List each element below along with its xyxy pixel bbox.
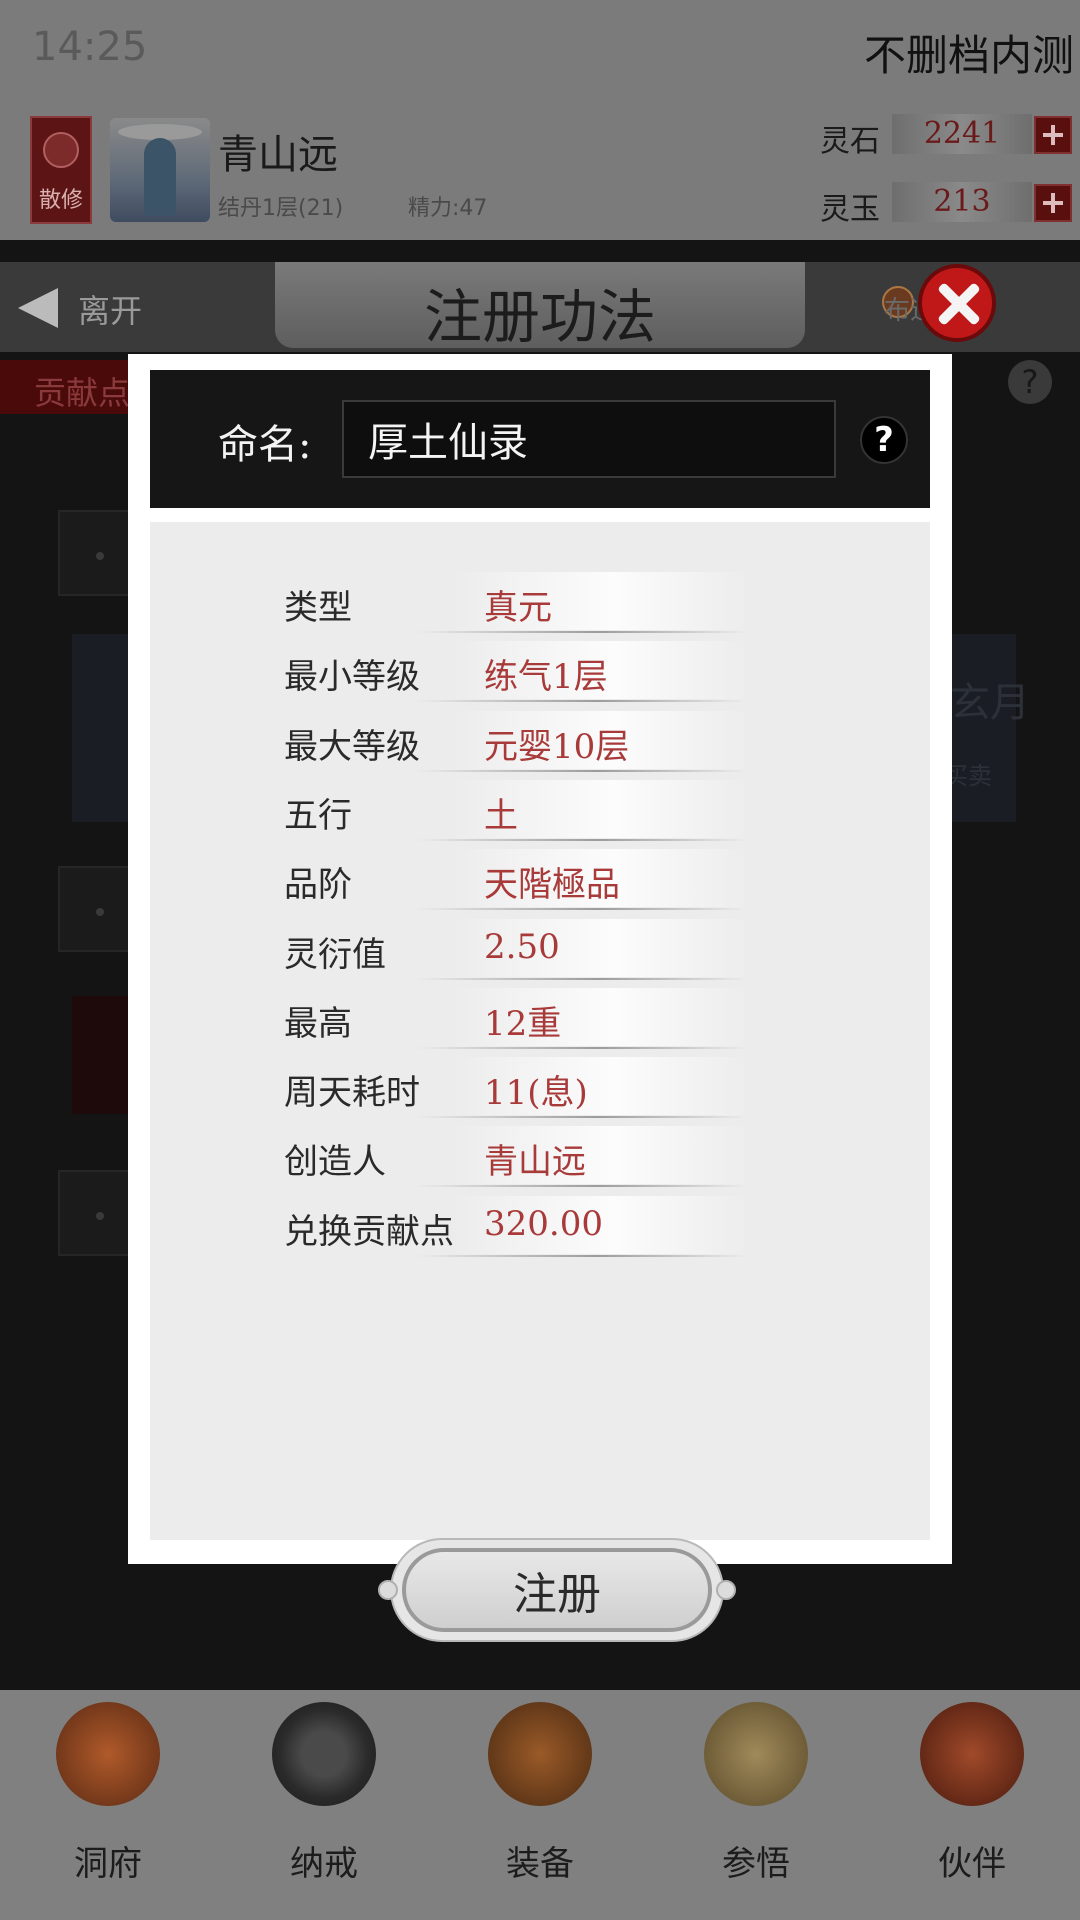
- avatar[interactable]: [110, 118, 210, 222]
- row-divider: [416, 1254, 746, 1257]
- info-key: 灵衍值: [284, 934, 386, 975]
- info-value: 元婴10层: [484, 726, 630, 767]
- player-name: 青山远: [218, 132, 338, 178]
- info-value: 练气1层: [484, 657, 608, 698]
- row-divider: [416, 838, 746, 841]
- info-key: 兑换贡献点: [284, 1211, 454, 1252]
- register-frame-knob-left: [378, 1580, 398, 1600]
- player-bar: 散修 青山远 结丹1层(21) 精力:47 灵石 2241 灵玉 213: [0, 100, 1080, 240]
- player-rank: 结丹1层(21): [218, 196, 344, 221]
- nav-label: 装备: [506, 1844, 574, 1884]
- info-key: 创造人: [284, 1142, 386, 1183]
- title-plate: 注册功法: [275, 262, 805, 351]
- status-bar: 14:25 不删档内测: [0, 0, 1080, 100]
- technique-info-panel: 类型 真元最小等级 练气1层最大等级 元婴10层五行 土品阶 天階極品灵衍值 2.50 最高 1…: [150, 522, 930, 1642]
- nav-label: 纳戒: [290, 1844, 358, 1884]
- info-value: 天階極品: [484, 865, 620, 906]
- nav-item-storage-ring[interactable]: 纳戒: [216, 1690, 432, 1920]
- info-row: 最大等级 元婴10层: [150, 709, 930, 778]
- name-label: 命名:: [218, 422, 312, 468]
- info-key: 最小等级: [284, 657, 420, 698]
- row-divider: [416, 1185, 746, 1188]
- nav-item-comprehend[interactable]: 参悟: [648, 1690, 864, 1920]
- bottom-nav: 洞府 纳戒 装备 参悟 伙伴: [0, 1690, 1080, 1920]
- sect-badge[interactable]: 散修: [30, 116, 92, 224]
- currency-label-spirit-stone: 灵石: [820, 124, 880, 159]
- currency-box-spirit-stone: 2241: [892, 114, 1032, 154]
- leave-button[interactable]: 离开: [78, 286, 142, 332]
- info-key: 五行: [284, 795, 352, 836]
- bg-contribution-tab-label: 贡献点: [34, 374, 131, 412]
- build-label: 不删档内测: [863, 31, 1074, 80]
- bg-help-icon: ?: [1008, 360, 1052, 404]
- add-spirit-stone-button[interactable]: [1034, 116, 1072, 154]
- info-row: 兑换贡献点 320.00: [150, 1194, 930, 1263]
- add-spirit-jade-button[interactable]: [1034, 184, 1072, 222]
- info-row: 品阶 天階極品: [150, 847, 930, 916]
- info-key: 类型: [284, 588, 352, 628]
- help-icon[interactable]: ?: [860, 416, 908, 464]
- info-key: 周天耗时: [284, 1073, 420, 1114]
- nav-label: 伙伴: [938, 1844, 1006, 1884]
- nav-label: 参悟: [722, 1844, 790, 1884]
- info-value: 青山远: [484, 1142, 586, 1183]
- technique-name-input[interactable]: [342, 400, 836, 478]
- row-divider: [416, 977, 746, 980]
- close-button[interactable]: [918, 264, 996, 342]
- player-energy: 精力:47: [408, 196, 488, 221]
- info-key: 最高: [284, 1003, 352, 1044]
- info-value: 真元: [484, 588, 552, 628]
- info-row: 最高 12重: [150, 986, 930, 1055]
- nav-item-companion[interactable]: 伙伴: [864, 1690, 1080, 1920]
- currency-value-spirit-jade: 213: [933, 184, 991, 219]
- scroll-icon: [704, 1702, 808, 1806]
- bg-list-item: [58, 510, 138, 596]
- row-divider: [416, 700, 746, 703]
- row-divider: [416, 1116, 746, 1119]
- register-technique-dialog: 命名: ? 类型 真元最小等级 练气1层最大等级 元婴10层五行 土品阶 天階極品灵衍值 2…: [128, 354, 952, 1642]
- nav-item-equipment[interactable]: 装备: [432, 1690, 648, 1920]
- info-key: 最大等级: [284, 726, 420, 767]
- info-value: 土: [484, 795, 518, 836]
- cave-mansion-icon: [56, 1702, 160, 1806]
- sect-emblem-icon: [43, 132, 79, 168]
- leave-arrow-icon[interactable]: [18, 288, 58, 328]
- register-frame-knob-right: [716, 1580, 736, 1600]
- info-value: 2.50: [484, 926, 560, 967]
- storage-ring-icon: [272, 1702, 376, 1806]
- row-divider: [416, 908, 746, 911]
- companion-icon: [920, 1702, 1024, 1806]
- status-time: 14:25: [32, 24, 148, 70]
- avatar-figure: [144, 138, 176, 216]
- name-bar: 命名: ?: [150, 370, 930, 508]
- info-value: 12重: [484, 1003, 562, 1044]
- info-row: 五行 土: [150, 778, 930, 847]
- info-row: 创造人 青山远: [150, 1124, 930, 1193]
- row-divider: [416, 631, 746, 633]
- bg-list-item: [58, 1170, 138, 1256]
- row-divider: [416, 1046, 746, 1049]
- currency-value-spirit-stone: 2241: [923, 116, 1001, 151]
- bg-list-item: [58, 866, 138, 952]
- sect-badge-label: 散修: [38, 188, 83, 213]
- bg-panel-title: 玄月: [950, 680, 1030, 726]
- currency-label-spirit-jade: 灵玉: [820, 192, 880, 227]
- info-key: 品阶: [284, 865, 352, 906]
- info-row: 灵衍值 2.50: [150, 917, 930, 986]
- register-button[interactable]: 注册: [402, 1548, 712, 1632]
- row-divider: [416, 769, 746, 772]
- info-value: 11(息): [484, 1073, 588, 1114]
- info-row: 最小等级 练气1层: [150, 639, 930, 708]
- nav-item-cave-mansion[interactable]: 洞府: [0, 1690, 216, 1920]
- page-title: 注册功法: [423, 283, 656, 351]
- info-row: 周天耗时 11(息): [150, 1055, 930, 1124]
- info-value: 320.00: [484, 1203, 603, 1244]
- helmet-icon: [488, 1702, 592, 1806]
- currency-box-spirit-jade: 213: [892, 182, 1032, 222]
- nav-label: 洞府: [74, 1844, 142, 1884]
- info-row: 类型 真元: [150, 570, 930, 639]
